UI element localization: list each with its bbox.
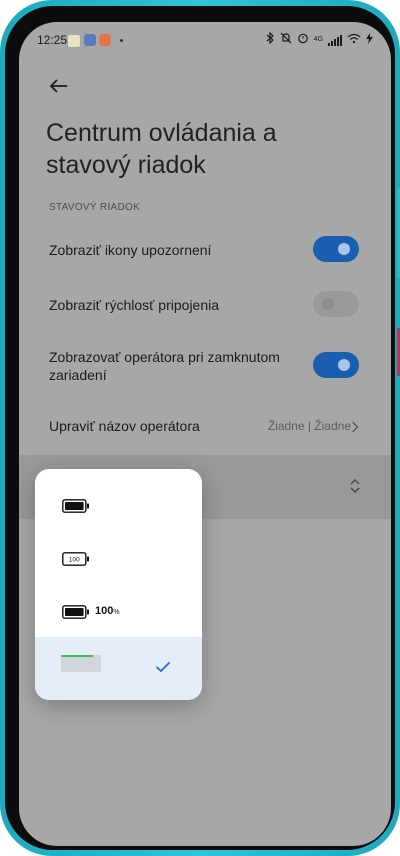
security-notification-icon [99, 34, 111, 46]
battery-percent-text: 100% [95, 605, 120, 617]
toggle-knob [322, 298, 334, 310]
charging-icon [366, 32, 373, 47]
bluetooth-icon [266, 31, 275, 47]
battery-icon [62, 499, 89, 513]
phone-bezel: 12:25 4G Centrum ovládania a stavový ria… [5, 6, 395, 850]
status-bar: 12:25 4G [19, 30, 391, 52]
wifi-icon [347, 33, 361, 47]
setting-label: Zobraziť ikony upozornení [49, 242, 212, 258]
signal-icon [328, 34, 342, 46]
network-type-label: 4G [313, 36, 323, 43]
battery-number-icon: 100 [62, 552, 89, 566]
up-down-chevron-icon [349, 477, 361, 495]
top-bar-battery-preview [61, 655, 101, 672]
section-label: STAVOVÝ RIADOK [49, 202, 141, 213]
toggle-connection-speed[interactable] [313, 291, 359, 317]
phone-frame: 12:25 4G Centrum ovládania a stavový ria… [0, 0, 400, 856]
screen: 12:25 4G Centrum ovládania a stavový ria… [19, 22, 391, 846]
toggle-knob [338, 243, 350, 255]
battery-level-bar [61, 655, 93, 657]
mute-bell-icon [280, 32, 292, 47]
arrow-left-icon [49, 79, 67, 93]
battery-option-percent[interactable]: 100% [35, 585, 202, 639]
battery-option-top-bar[interactable] [35, 637, 202, 700]
carrier-name-value: Žiadne | Žiadne [267, 419, 351, 433]
more-notifications-icon [120, 39, 123, 42]
checkmark-icon [155, 661, 171, 673]
battery-option-number-inside[interactable]: 100 [35, 532, 202, 586]
svg-text:100: 100 [69, 557, 80, 564]
settings-notification-icon [84, 34, 96, 46]
alarm-icon [297, 32, 309, 47]
notification-icons [67, 34, 123, 48]
page-title: Centrum ovládania a stavový riadok [46, 119, 277, 179]
battery-icon [62, 605, 89, 619]
status-time: 12:25 [37, 33, 68, 47]
setting-label: Zobraziť rýchlosť pripojenia [49, 297, 220, 313]
setting-label: Upraviť názov operátora [49, 418, 200, 434]
system-icons: 4G [266, 31, 373, 47]
app-notification-icon [67, 34, 81, 48]
toggle-carrier-locked[interactable] [313, 352, 359, 378]
battery-option-icon[interactable] [35, 479, 202, 533]
toggle-knob [338, 359, 350, 371]
battery-style-popup: 100 100% [35, 469, 202, 700]
back-button[interactable] [47, 74, 71, 98]
toggle-notification-icons[interactable] [313, 236, 359, 262]
chevron-right-icon [351, 420, 359, 433]
